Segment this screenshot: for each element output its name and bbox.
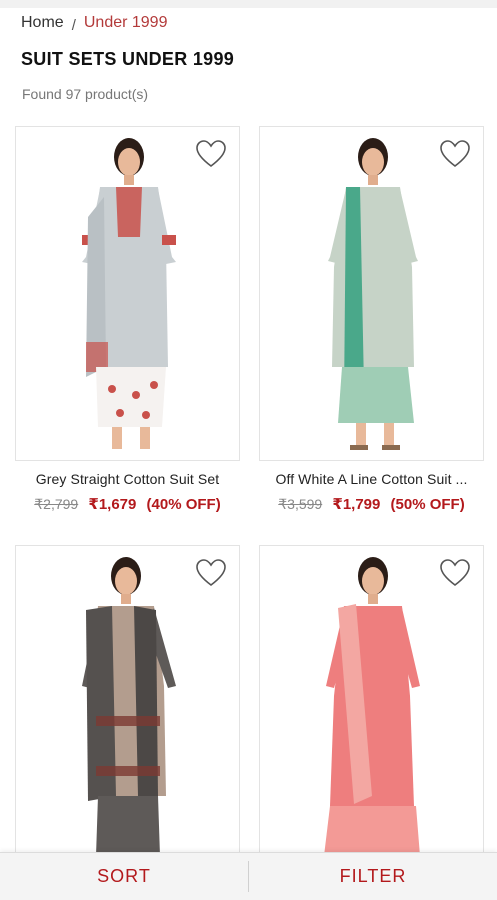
product-image[interactable] [259, 545, 484, 880]
model-grey-suit-illustration [82, 138, 176, 449]
model-pink-suit-illustration [324, 557, 420, 856]
product-name[interactable]: Grey Straight Cotton Suit Set [15, 471, 240, 487]
product-discount: (50% OFF) [390, 496, 465, 513]
product-card[interactable]: Grey Straight Cotton Suit Set ₹2,799 ₹1,… [15, 126, 240, 513]
result-count: Found 97 product(s) [22, 86, 149, 102]
wishlist-heart-icon[interactable] [439, 139, 471, 169]
product-image[interactable] [15, 545, 240, 880]
product-mrp: ₹2,799 [34, 496, 79, 512]
wishlist-heart-icon[interactable] [195, 558, 227, 588]
top-divider [0, 0, 497, 8]
breadcrumb-home-link[interactable]: Home [21, 14, 64, 32]
wishlist-heart-icon[interactable] [439, 558, 471, 588]
product-image[interactable] [259, 126, 484, 461]
product-price: ₹1,799 [332, 496, 381, 513]
breadcrumb: Home / Under 1999 [21, 14, 168, 34]
sort-button[interactable]: SORT [0, 853, 248, 900]
filter-button[interactable]: FILTER [249, 853, 497, 900]
page-title: SUIT SETS UNDER 1999 [21, 49, 235, 69]
bottom-action-bar: SORT FILTER [0, 852, 497, 900]
model-green-suit-illustration [328, 138, 418, 450]
wishlist-heart-icon[interactable] [195, 139, 227, 169]
product-card[interactable] [259, 545, 484, 880]
product-prices: ₹2,799 ₹1,679 (40% OFF) [15, 495, 240, 513]
product-card[interactable] [15, 545, 240, 880]
product-card[interactable]: Off White A Line Cotton Suit ... ₹3,599 … [259, 126, 484, 513]
product-name[interactable]: Off White A Line Cotton Suit ... [259, 471, 484, 487]
product-prices: ₹3,599 ₹1,799 (50% OFF) [259, 495, 484, 513]
breadcrumb-current: Under 1999 [83, 14, 168, 31]
product-discount: (40% OFF) [146, 496, 221, 513]
product-price: ₹1,679 [88, 496, 137, 513]
product-mrp: ₹3,599 [278, 496, 323, 512]
breadcrumb-separator: / [71, 16, 76, 34]
product-image[interactable] [15, 126, 240, 461]
model-charcoal-suit-illustration [82, 557, 176, 856]
